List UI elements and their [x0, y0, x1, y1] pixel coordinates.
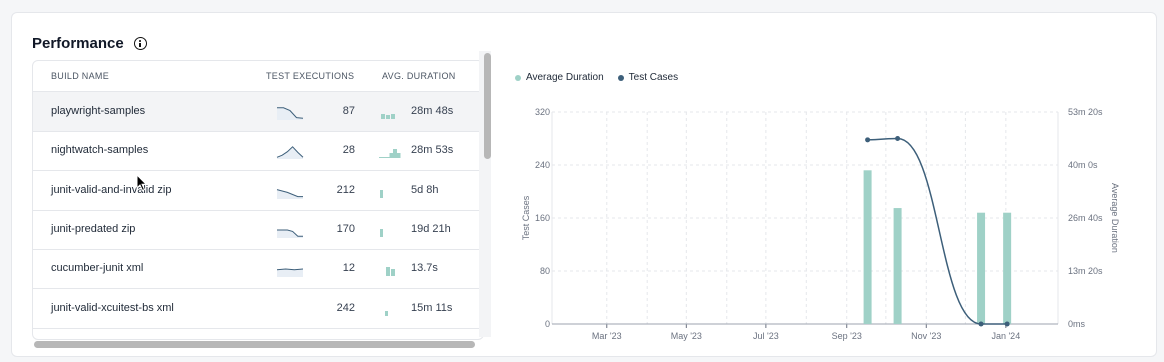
info-icon[interactable]: [133, 37, 147, 50]
duration-bar: [391, 114, 395, 119]
table-row[interactable]: cucumber-junit xml 12 13.7s: [33, 249, 483, 290]
build-name-cell[interactable]: junit-valid-and-invalid zip: [51, 184, 171, 196]
duration-bar: [380, 189, 383, 198]
y-right-tick-label: 53m 20s: [1068, 107, 1103, 117]
table-row[interactable]: junit-valid-xcuitest-bs xml 242 15m 11s: [33, 289, 483, 329]
column-build-name[interactable]: BUILD NAME: [51, 71, 109, 81]
build-name-cell[interactable]: cucumber-junit xml: [51, 262, 143, 274]
avg-duration-cell: 28m 48s: [411, 105, 454, 117]
point-average-duration: [895, 136, 901, 141]
avg-duration-cell: 5d 8h: [411, 183, 439, 196]
test-executions-cell: 170: [336, 222, 355, 235]
panel-header: Performance: [32, 35, 147, 52]
duration-bars: [385, 310, 388, 316]
point-average-duration: [865, 137, 871, 143]
table-header: BUILD NAME TEST EXECUTIONS AVG. DURATION: [33, 61, 483, 92]
x-tick-label: May '23: [671, 331, 702, 341]
table-row[interactable]: junit-predated zip 170 19d 21h: [33, 210, 483, 250]
build-name-cell[interactable]: junit-valid-xcuitest-bs xml: [51, 302, 174, 314]
column-test-executions[interactable]: TEST EXECUTIONS: [266, 71, 354, 81]
legend-item-average-duration[interactable]: Average Duration: [515, 72, 604, 83]
executions-sparkline: [276, 268, 304, 278]
test-executions-cell: 87: [342, 105, 355, 117]
executions-sparkline: [276, 301, 304, 317]
panel-title: Performance: [32, 35, 124, 52]
duration-bar: [381, 114, 385, 119]
duration-bars: [381, 114, 395, 119]
table-vertical-scroll-thumb[interactable]: [484, 53, 491, 159]
duration-bar: [386, 267, 390, 277]
duration-bar: [386, 115, 390, 119]
duration-bar: [380, 228, 383, 237]
y-left-tick-label: 80: [540, 266, 550, 276]
y-left-axis-label: Test Cases: [521, 195, 531, 240]
mouse-cursor-icon: [136, 174, 148, 192]
x-tick-label: Sep '23: [832, 331, 862, 341]
table-row[interactable]: nightwatch-samples 28 28m 53s: [33, 131, 483, 172]
table-row[interactable]: playwright-samples 87 28m 48s: [33, 92, 483, 132]
point-average-duration: [978, 321, 984, 327]
test-executions-cell: 212: [336, 183, 355, 196]
x-tick-label: Mar '23: [592, 331, 622, 341]
legend-swatch-average-duration: [515, 74, 521, 81]
legend-item-test-cases[interactable]: Test Cases: [617, 72, 679, 83]
table-horizontal-scroll-thumb[interactable]: [34, 341, 475, 348]
executions-sparkline: [277, 107, 304, 120]
builds-table: BUILD NAME TEST EXECUTIONS AVG. DURATION…: [32, 60, 484, 340]
executions-sparkline-area: [277, 269, 303, 278]
point-average-duration: [1004, 321, 1010, 327]
y-right-axis-label: Average Duration: [1110, 183, 1120, 253]
duration-bar: [396, 153, 401, 159]
bar-test-cases: [1003, 212, 1012, 324]
avg-duration-cell: 13.7s: [411, 262, 438, 275]
legend-label-test-cases: Test Cases: [628, 72, 679, 83]
y-left-tick-label: 240: [535, 160, 550, 170]
table-row[interactable]: junit-valid-and-invalid zip 212 5d 8h: [33, 171, 483, 211]
test-executions-cell: 242: [336, 301, 355, 314]
duration-bar: [391, 269, 395, 277]
duration-bar: [389, 153, 394, 159]
build-name-cell[interactable]: playwright-samples: [51, 105, 145, 117]
build-name-cell[interactable]: nightwatch-samples: [51, 144, 148, 156]
avg-duration-cell: 19d 21h: [411, 222, 451, 235]
duration-bar: [385, 310, 388, 316]
legend-swatch-test-cases: [617, 74, 624, 81]
duration-bars: [380, 228, 383, 237]
executions-sparkline: [276, 188, 303, 199]
duration-bars: [379, 149, 401, 159]
y-left-tick-label: 0: [545, 319, 550, 329]
y-right-tick-label: 40m 0s: [1068, 160, 1098, 170]
x-tick-label: Jan '24: [991, 331, 1020, 341]
duration-bar: [379, 157, 383, 159]
duration-bars: [386, 267, 395, 277]
y-left-tick-label: 160: [535, 213, 550, 223]
bar-test-cases: [863, 170, 872, 324]
duration-bar: [393, 149, 397, 159]
x-tick-label: Jul '23: [753, 331, 779, 341]
legend-label-average-duration: Average Duration: [526, 72, 604, 83]
bar-test-cases: [893, 208, 902, 324]
y-left-tick-label: 320: [535, 107, 550, 117]
test-executions-cell: 12: [342, 262, 355, 275]
bar-test-cases: [977, 212, 986, 324]
executions-sparkline-line: [276, 268, 304, 271]
y-right-tick-label: 0ms: [1068, 319, 1086, 329]
column-avg-duration[interactable]: AVG. DURATION: [382, 71, 456, 81]
y-right-tick-label: 26m 40s: [1068, 213, 1103, 223]
avg-duration-cell: 28m 53s: [411, 144, 454, 157]
chart-legend: Average Duration Test Cases: [515, 72, 678, 83]
duration-bar: [386, 157, 390, 159]
performance-chart: 0 80 160 240 320 0ms 13m 20s 26m 40s 40m 0s 53m 2…: [521, 107, 1120, 341]
test-executions-cell: 28: [342, 144, 355, 157]
executions-sparkline: [276, 146, 304, 160]
build-name-cell[interactable]: junit-predated zip: [51, 223, 135, 235]
y-right-tick-label: 13m 20s: [1068, 266, 1103, 276]
duration-bars: [380, 189, 383, 198]
x-tick-label: Nov '23: [911, 331, 941, 341]
avg-duration-cell: 15m 11s: [411, 301, 453, 314]
executions-sparkline: [277, 229, 303, 238]
line-average-duration: [867, 137, 1008, 325]
duration-bar: [382, 157, 387, 159]
